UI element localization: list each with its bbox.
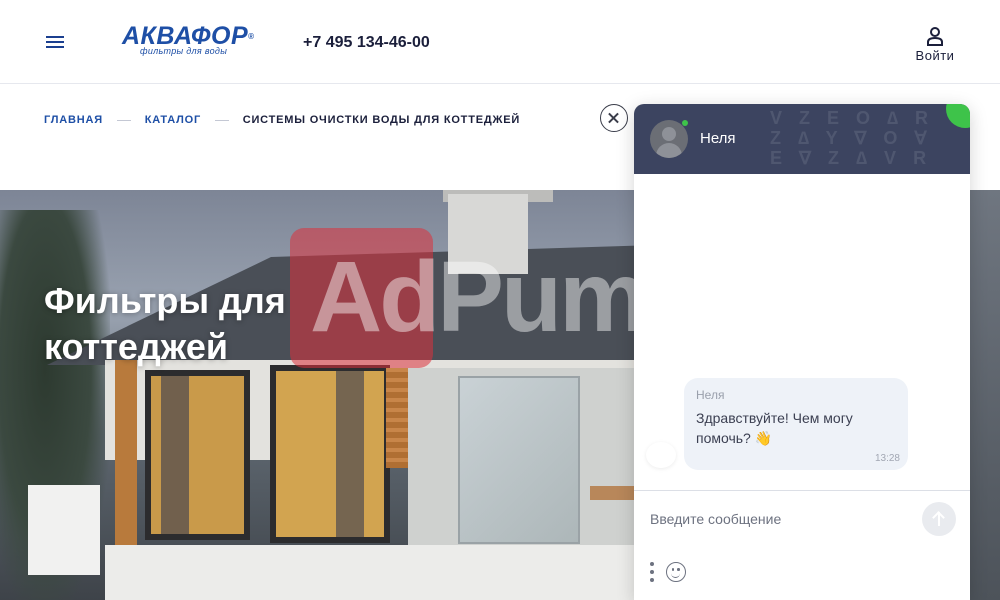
chat-message: Неля Здравствуйте! Чем могу помочь? 👋 13… bbox=[684, 378, 908, 470]
login-button[interactable]: Войти bbox=[908, 26, 962, 70]
gate-illustration bbox=[28, 485, 100, 575]
send-button[interactable] bbox=[922, 502, 956, 536]
house-window bbox=[270, 365, 390, 543]
phone-link[interactable]: +7 495 134-46-00 bbox=[303, 34, 430, 52]
chat-header: V Z E O ∆ RZ ∆ Y ∇ O ⱯE ∇ Z ∆ V R Неля bbox=[634, 104, 970, 174]
breadcrumb-current: СИСТЕМЫ ОЧИСТКИ ВОДЫ ДЛЯ КОТТЕДЖЕЙ bbox=[242, 114, 521, 126]
breadcrumb-catalog[interactable]: КАТАЛОГ bbox=[145, 114, 201, 126]
operator-avatar bbox=[650, 120, 688, 158]
ground-floor-wall bbox=[105, 545, 645, 600]
breadcrumb-separator bbox=[116, 119, 131, 121]
user-icon bbox=[927, 27, 943, 46]
house-window bbox=[145, 370, 250, 540]
login-label: Войти bbox=[915, 48, 955, 63]
message-time: 13:28 bbox=[874, 453, 900, 464]
chat-close-button[interactable] bbox=[600, 104, 628, 132]
site-header: АКВАФОР® фильтры для воды +7 495 134-46-… bbox=[0, 0, 1000, 84]
logo[interactable]: АКВАФОР® фильтры для воды bbox=[122, 24, 267, 60]
chat-divider bbox=[634, 490, 970, 491]
message-avatar bbox=[646, 442, 676, 468]
message-text: Здравствуйте! Чем могу помочь? 👋 bbox=[696, 410, 853, 446]
online-dot-icon bbox=[682, 120, 688, 126]
page-title: Фильтры для коттеджей bbox=[44, 280, 286, 367]
chimney-illustration bbox=[448, 194, 528, 274]
breadcrumb-separator bbox=[214, 119, 229, 121]
breadcrumb-home[interactable]: ГЛАВНАЯ bbox=[44, 114, 103, 126]
chat-header-pattern: V Z E O ∆ RZ ∆ Y ∇ O ⱯE ∇ Z ∆ V R bbox=[770, 108, 935, 168]
message-author: Неля bbox=[696, 388, 725, 402]
emoji-icon[interactable] bbox=[666, 562, 686, 582]
menu-icon[interactable] bbox=[46, 34, 66, 50]
more-options-icon[interactable] bbox=[648, 562, 656, 584]
operator-name: Неля bbox=[700, 130, 736, 147]
breadcrumb: ГЛАВНАЯ КАТАЛОГ СИСТЕМЫ ОЧИСТКИ ВОДЫ ДЛЯ… bbox=[44, 114, 520, 126]
shower-glass bbox=[458, 376, 580, 544]
logo-tagline: фильтры для воды bbox=[140, 46, 228, 56]
wood-panel bbox=[386, 368, 410, 468]
chat-widget: V Z E O ∆ RZ ∆ Y ∇ O ⱯE ∇ Z ∆ V R Неля Н… bbox=[634, 104, 970, 600]
chat-message-input[interactable] bbox=[650, 508, 910, 530]
basin-illustration bbox=[590, 486, 636, 500]
